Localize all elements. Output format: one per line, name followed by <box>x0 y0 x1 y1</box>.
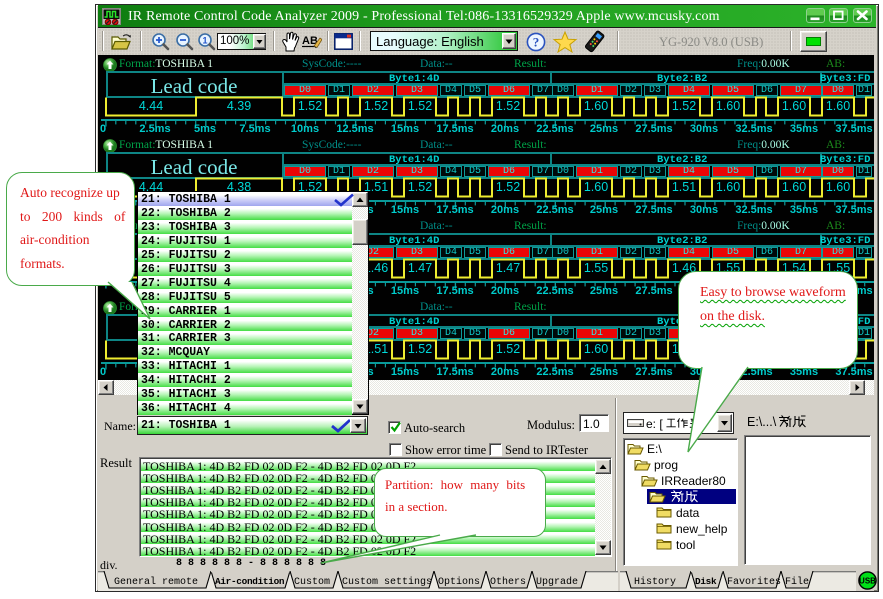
svg-text:1.47: 1.47 <box>408 261 432 275</box>
svg-text:1.52: 1.52 <box>496 180 520 194</box>
svg-text:1.52: 1.52 <box>496 342 520 356</box>
svg-text:1: 1 <box>202 36 207 46</box>
svg-text:1.60: 1.60 <box>782 180 806 194</box>
svg-text:1.60: 1.60 <box>716 180 740 194</box>
svg-text:1.60: 1.60 <box>584 180 608 194</box>
svg-text:Disk: Disk <box>695 576 717 587</box>
svg-text:Options: Options <box>438 576 480 588</box>
svg-text:1.52: 1.52 <box>364 99 388 113</box>
svg-text:General remote: General remote <box>114 576 198 588</box>
svg-text:Custom settings: Custom settings <box>342 576 432 588</box>
svg-text:1.60: 1.60 <box>584 342 608 356</box>
svg-text:1.52: 1.52 <box>298 99 322 113</box>
svg-text:File: File <box>785 576 809 588</box>
svg-text:1.52: 1.52 <box>408 99 432 113</box>
svg-text:History: History <box>634 576 676 588</box>
svg-text:4.44: 4.44 <box>139 99 163 113</box>
svg-text:Others: Others <box>490 576 526 588</box>
svg-text:1.52: 1.52 <box>408 180 432 194</box>
svg-text:1.52: 1.52 <box>672 99 696 113</box>
svg-text:Air-condition: Air-condition <box>215 576 285 587</box>
svg-text:1.60: 1.60 <box>826 180 850 194</box>
svg-text:USB: USB <box>859 577 876 586</box>
svg-text:1.60: 1.60 <box>584 99 608 113</box>
svg-text:Custom: Custom <box>294 577 330 588</box>
svg-text:?: ? <box>533 35 540 50</box>
svg-text:1.60: 1.60 <box>826 99 850 113</box>
svg-text:1.47: 1.47 <box>496 261 520 275</box>
svg-text:1.55: 1.55 <box>584 261 608 275</box>
svg-text:4.39: 4.39 <box>227 99 251 113</box>
svg-text:1.60: 1.60 <box>782 99 806 113</box>
svg-text:1.52: 1.52 <box>408 342 432 356</box>
svg-text:Upgrade: Upgrade <box>536 576 578 588</box>
svg-text:1.52: 1.52 <box>496 99 520 113</box>
svg-text:Favorites: Favorites <box>727 576 781 588</box>
svg-text:1.51: 1.51 <box>672 180 696 194</box>
svg-text:1.60: 1.60 <box>716 99 740 113</box>
